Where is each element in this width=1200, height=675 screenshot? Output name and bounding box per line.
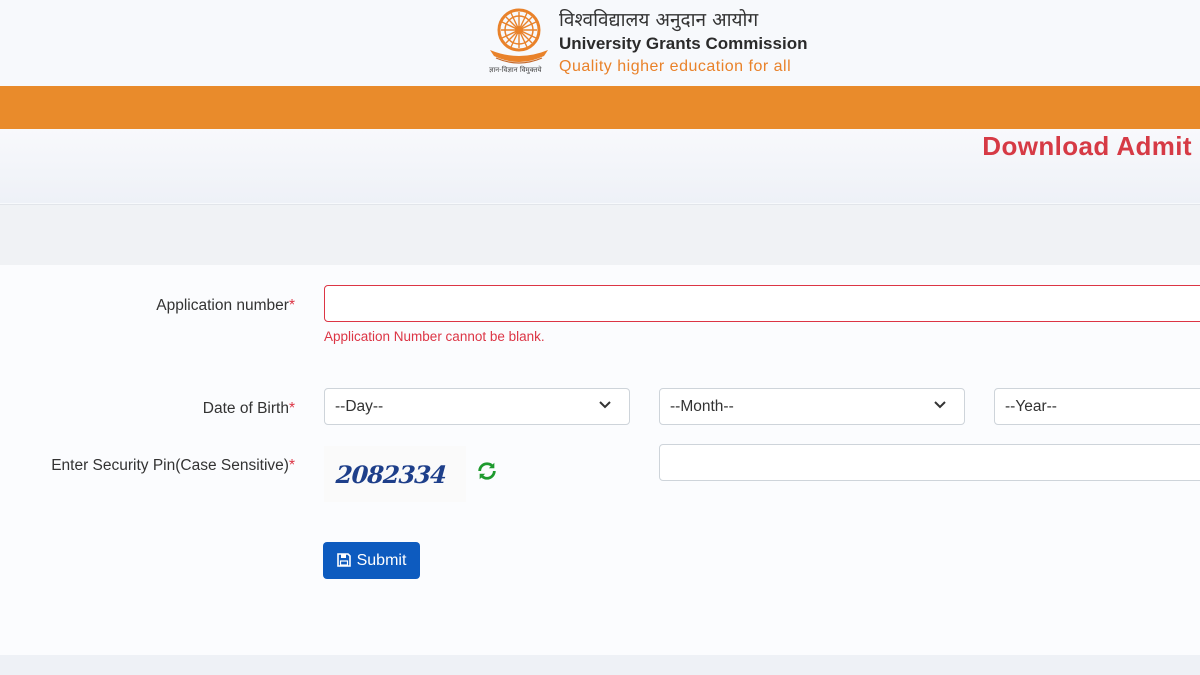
required-mark: * [288,400,295,417]
refresh-icon[interactable] [476,460,498,482]
org-name: University Grants Commission [559,34,808,53]
save-icon [336,552,351,567]
year-select-value: --Year-- [1005,398,1057,415]
form-card-header [0,204,1200,266]
footer-area [0,655,1200,675]
submit-button-label: Submit [356,551,407,569]
year-select[interactable]: --Year-- [994,388,1200,425]
captcha-text: 2082334 [334,460,447,489]
title-area: Download Admit [0,129,1200,203]
submit-button[interactable]: Submit [323,542,420,579]
page-title: Download Admit [982,131,1192,161]
site-header: ज्ञान-विज्ञान विमुक्तये विश्वविद्यालय अन… [0,0,1200,86]
chevron-down-icon [934,401,946,409]
application-number-label-text: Application number [156,297,289,314]
required-mark: * [288,457,295,474]
day-select-value: --Day-- [335,398,384,415]
day-select[interactable]: --Day-- [324,388,630,425]
date-of-birth-label: Date of Birth* [203,400,295,418]
logo-caption-hindi: ज्ञान-विज्ञान विमुक्तये [489,66,542,74]
org-name-hindi: विश्वविद्यालय अनुदान आयोग [559,9,759,31]
security-pin-input[interactable] [659,444,1200,481]
org-tagline: Quality higher education for all [559,58,792,75]
date-of-birth-label-text: Date of Birth [202,400,289,417]
nav-bar [0,86,1200,129]
security-pin-label-text: Enter Security Pin(Case Sensitive) [51,457,289,474]
security-pin-label: Enter Security Pin(Case Sensitive)* [51,457,295,475]
application-number-input[interactable] [324,285,1200,322]
month-select-value: --Month-- [670,398,734,415]
required-mark: * [288,297,295,314]
month-select[interactable]: --Month-- [659,388,965,425]
org-branding: विश्वविद्यालय अनुदान आयोग University Gra… [559,8,807,77]
application-number-error: Application Number cannot be blank. [324,329,545,344]
chevron-down-icon [599,401,611,409]
captcha-image: 2082334 [324,446,466,502]
application-number-label: Application number* [156,297,295,315]
